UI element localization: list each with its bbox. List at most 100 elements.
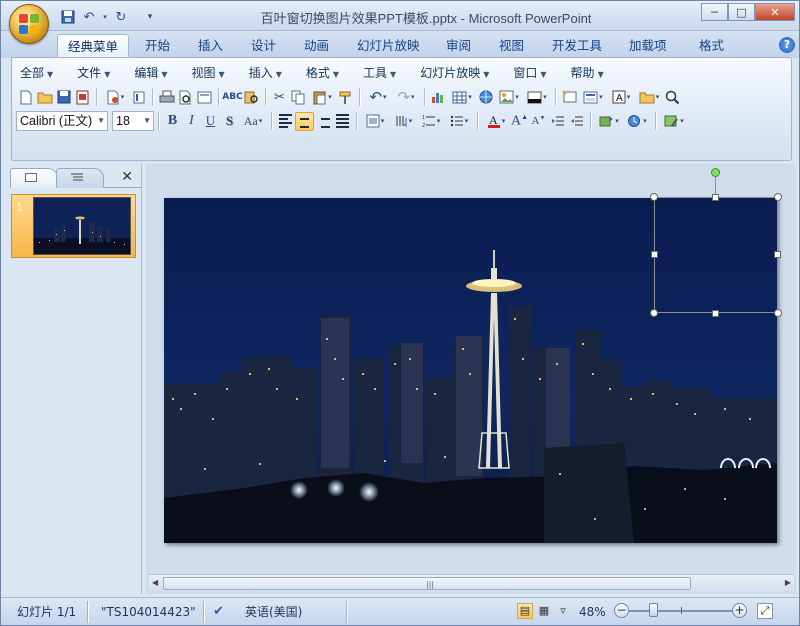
tab-insert[interactable]: 插入 bbox=[188, 34, 233, 58]
resize-handle[interactable] bbox=[712, 310, 719, 317]
slide-layout-icon[interactable]: ▾ bbox=[579, 88, 607, 107]
scroll-left-icon[interactable]: ◀ bbox=[152, 578, 158, 587]
slide-thumbnail-row[interactable]: 1 bbox=[11, 194, 136, 258]
tab-slides[interactable] bbox=[10, 168, 58, 188]
tab-developer[interactable]: 开发工具 bbox=[542, 34, 612, 58]
publish-icon[interactable] bbox=[73, 88, 92, 107]
close-button[interactable]: ✕ bbox=[755, 3, 795, 21]
resize-handle[interactable] bbox=[650, 309, 658, 317]
minimize-button[interactable]: ─ bbox=[701, 3, 728, 21]
resize-handle[interactable] bbox=[774, 251, 781, 258]
slide-thumbnail[interactable] bbox=[33, 197, 131, 255]
language[interactable]: 英语(美国) bbox=[245, 602, 302, 622]
undo-dropdown-icon[interactable]: ▾ bbox=[101, 8, 109, 26]
menu-format[interactable]: 格式 ▼ bbox=[302, 64, 347, 82]
menu-tools[interactable]: 工具 ▼ bbox=[359, 64, 404, 82]
permission-icon[interactable]: ▾ bbox=[101, 88, 129, 107]
scroll-right-icon[interactable]: ▶ bbox=[785, 578, 791, 587]
undo-icon[interactable]: ↶ bbox=[80, 8, 98, 26]
undo-icon[interactable]: ↶ ▾ bbox=[364, 88, 392, 107]
tab-view[interactable]: 视图 bbox=[489, 34, 534, 58]
menu-insert[interactable]: 插入 ▼ bbox=[245, 64, 290, 82]
transition-icon[interactable]: ▾ bbox=[623, 112, 651, 131]
tab-home[interactable]: 开始 bbox=[135, 34, 180, 58]
insert-chart-icon[interactable] bbox=[429, 88, 448, 107]
customize-qat-icon[interactable]: ▾ bbox=[141, 8, 159, 26]
italic-button[interactable]: I bbox=[182, 112, 201, 131]
zoom-out-icon[interactable]: − bbox=[614, 603, 629, 618]
redo-icon[interactable]: ↻ bbox=[112, 8, 130, 26]
print-preview-icon[interactable] bbox=[176, 88, 195, 107]
slide-show-icon[interactable]: ▿ bbox=[555, 603, 571, 619]
selected-text-placeholder[interactable] bbox=[654, 197, 778, 313]
bold-button[interactable]: B bbox=[163, 112, 182, 131]
resize-handle[interactable] bbox=[650, 193, 658, 201]
underline-button[interactable]: U bbox=[201, 112, 220, 131]
copy-icon[interactable] bbox=[289, 88, 308, 107]
zoom-slider-thumb[interactable] bbox=[649, 603, 658, 617]
quick-styles-icon[interactable]: ▾ bbox=[660, 112, 688, 131]
tab-animations[interactable]: 动画 bbox=[294, 34, 339, 58]
cut-icon[interactable]: ✂ bbox=[270, 88, 289, 107]
slide-design-icon[interactable]: ▾ bbox=[635, 88, 663, 107]
shape-fill-icon[interactable]: ▾ bbox=[523, 88, 551, 107]
menu-help[interactable]: 帮助 ▼ bbox=[567, 64, 612, 82]
increase-indent-icon[interactable] bbox=[567, 112, 586, 131]
tab-slide-show[interactable]: 幻灯片放映 bbox=[347, 34, 430, 58]
slide-icon[interactable] bbox=[195, 88, 214, 107]
normal-view-icon[interactable]: ▤ bbox=[517, 603, 533, 619]
menu-slide-show[interactable]: 幻灯片放映 ▼ bbox=[416, 64, 497, 82]
slide-sorter-icon[interactable]: ▦ bbox=[536, 603, 552, 619]
change-case-button[interactable]: Aa ▾ bbox=[239, 112, 267, 131]
office-button[interactable] bbox=[9, 4, 49, 44]
fit-to-window-icon[interactable]: ⤢ bbox=[757, 603, 773, 619]
tab-review[interactable]: 审阅 bbox=[436, 34, 481, 58]
text-direction-icon[interactable]: ▾ bbox=[389, 112, 417, 131]
resize-handle[interactable] bbox=[774, 309, 782, 317]
align-left-icon[interactable] bbox=[276, 112, 295, 131]
horizontal-scrollbar[interactable]: ◀ ||| ▶ bbox=[149, 574, 794, 591]
print-icon[interactable] bbox=[157, 88, 176, 107]
decrease-indent-icon[interactable] bbox=[548, 112, 567, 131]
font-color-icon[interactable]: A ▾ bbox=[482, 112, 510, 131]
new-document-icon[interactable] bbox=[16, 88, 35, 107]
menu-edit[interactable]: 编辑 ▼ bbox=[130, 64, 175, 82]
new-slide-icon[interactable] bbox=[560, 88, 579, 107]
font-family-select[interactable]: Calibri (正文) ▼ bbox=[16, 111, 108, 131]
scrollbar-thumb[interactable]: ||| bbox=[163, 577, 691, 590]
numbering-icon[interactable]: 1 2 ▾ bbox=[417, 112, 445, 131]
grow-font-icon[interactable]: A▲ bbox=[510, 112, 529, 131]
font-size-select[interactable]: 18 ▼ bbox=[112, 111, 154, 131]
zoom-slider[interactable] bbox=[628, 610, 736, 612]
save-icon[interactable] bbox=[59, 8, 77, 26]
align-right-icon[interactable] bbox=[314, 112, 333, 131]
zoom-level[interactable]: 48% bbox=[579, 602, 606, 622]
help-icon[interactable]: ? bbox=[779, 37, 795, 53]
open-folder-icon[interactable] bbox=[35, 88, 54, 107]
insert-table-icon[interactable]: ▾ bbox=[448, 88, 476, 107]
rotation-handle[interactable] bbox=[711, 168, 720, 177]
resize-handle[interactable] bbox=[712, 194, 719, 201]
animation-icon[interactable]: ▾ bbox=[595, 112, 623, 131]
close-panel-icon[interactable]: ✕ bbox=[121, 169, 133, 185]
align-center-icon[interactable] bbox=[295, 111, 314, 131]
menu-all[interactable]: 全部 ▼ bbox=[16, 64, 61, 82]
align-text-icon[interactable]: ▾ bbox=[361, 112, 389, 131]
shrink-font-icon[interactable]: A▼ bbox=[529, 112, 548, 131]
tab-classic-menu[interactable]: 经典菜单 bbox=[57, 34, 130, 58]
save-icon[interactable] bbox=[54, 88, 73, 107]
text-box-icon[interactable]: A ▾ bbox=[607, 88, 635, 107]
resize-handle[interactable] bbox=[651, 251, 658, 258]
resize-handle[interactable] bbox=[774, 193, 782, 201]
find-icon[interactable] bbox=[663, 88, 682, 107]
tab-design[interactable]: 设计 bbox=[241, 34, 286, 58]
redo-icon[interactable]: ↷ ▾ bbox=[392, 88, 420, 107]
format-painter-icon[interactable] bbox=[336, 88, 355, 107]
insert-picture-icon[interactable]: ▾ bbox=[495, 88, 523, 107]
menu-file[interactable]: 文件 ▼ bbox=[73, 64, 118, 82]
spell-check-icon[interactable]: ✔ bbox=[213, 602, 224, 622]
spelling-icon[interactable]: ABC bbox=[222, 88, 242, 107]
hyperlink-icon[interactable] bbox=[476, 88, 495, 107]
tab-outline[interactable] bbox=[56, 168, 104, 188]
maximize-button[interactable]: □ bbox=[728, 3, 755, 21]
